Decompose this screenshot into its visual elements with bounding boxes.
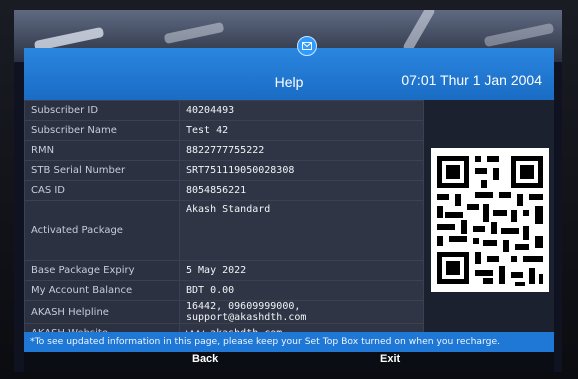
subscriber-info-table: Subscriber ID 40204493 Subscriber Name T… [24,100,424,344]
table-row: STB Serial Number SRT751119050028308 [24,160,424,181]
footer-note: *To see updated information in this page… [24,332,554,352]
qr-code-graphic [431,148,549,292]
back-button[interactable]: Back [192,353,218,365]
row-label: Subscriber Name [24,120,180,141]
row-value: SRT751119050028308 [179,160,424,181]
qr-code [431,148,549,292]
row-value: Akash Standard [179,200,424,261]
row-label: RMN [24,140,180,161]
glare-streak [483,22,555,48]
row-value: 40204493 [179,100,424,121]
row-label: AKASH Helpline [24,300,180,324]
mail-icon [297,36,317,56]
exit-button[interactable]: Exit [380,353,400,365]
table-row: My Account Balance BDT 0.00 [24,280,424,301]
tv-screen: Help 07:01 Thur 1 Jan 2004 Subscriber ID… [14,10,562,372]
table-row: Subscriber Name Test 42 [24,120,424,141]
date-time: 07:01 Thur 1 Jan 2004 [401,72,542,88]
table-row: AKASH Helpline 16442, 09609999000, suppo… [24,300,424,324]
row-value: 5 May 2022 [179,260,424,281]
table-row: Base Package Expiry 5 May 2022 [24,260,424,281]
table-row: CAS ID 8054856221 [24,180,424,201]
row-label: CAS ID [24,180,180,201]
row-value: 8054856221 [179,180,424,201]
header-bar: Help 07:01 Thur 1 Jan 2004 [24,36,554,100]
row-value: BDT 0.00 [179,280,424,301]
bottom-button-bar: Back Exit [24,352,554,372]
table-row: Subscriber ID 40204493 [24,100,424,121]
glare-streak [163,21,225,45]
glare-streak [402,10,436,54]
row-label: Subscriber ID [24,100,180,121]
row-label: Base Package Expiry [24,260,180,281]
table-row: RMN 8822777755222 [24,140,424,161]
info-panel: Subscriber ID 40204493 Subscriber Name T… [24,100,554,344]
row-label: Activated Package [24,200,180,261]
row-value: Test 42 [179,120,424,141]
row-value: 8822777755222 [179,140,424,161]
row-value: 16442, 09609999000, support@akashdth.com [179,300,424,324]
table-row: Activated Package Akash Standard [24,200,424,261]
row-label: STB Serial Number [24,160,180,181]
row-label: My Account Balance [24,280,180,301]
